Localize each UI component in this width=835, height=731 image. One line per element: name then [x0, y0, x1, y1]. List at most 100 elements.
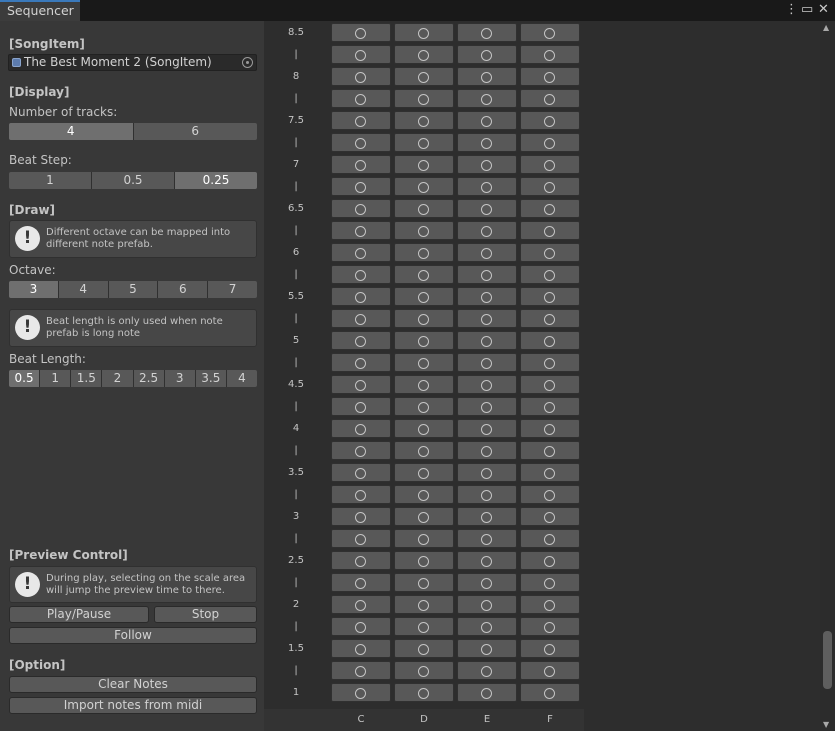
scale-tick-label[interactable]: 8.5 — [264, 27, 328, 38]
note-cell-d[interactable] — [394, 397, 454, 416]
note-cell-d[interactable] — [394, 661, 454, 680]
beat-length-option-0-5[interactable]: 0.5 — [9, 370, 41, 387]
note-cell-e[interactable] — [457, 639, 517, 658]
note-cell-e[interactable] — [457, 507, 517, 526]
note-cell-c[interactable] — [331, 661, 391, 680]
note-cell-d[interactable] — [394, 287, 454, 306]
scale-tick-label[interactable]: 2.5 — [264, 555, 328, 566]
scale-tick-label[interactable]: 5 — [264, 335, 328, 346]
note-cell-d[interactable] — [394, 573, 454, 592]
note-cell-c[interactable] — [331, 309, 391, 328]
note-cell-c[interactable] — [331, 617, 391, 636]
note-cell-e[interactable] — [457, 397, 517, 416]
note-cell-f[interactable] — [520, 507, 580, 526]
note-cell-c[interactable] — [331, 485, 391, 504]
note-cell-d[interactable] — [394, 485, 454, 504]
note-cell-c[interactable] — [331, 177, 391, 196]
note-cell-c[interactable] — [331, 551, 391, 570]
scale-tick-label[interactable]: 8 — [264, 71, 328, 82]
note-cell-e[interactable] — [457, 155, 517, 174]
tracks-option-6[interactable]: 6 — [133, 123, 257, 140]
note-cell-d[interactable] — [394, 683, 454, 702]
tab-sequencer[interactable]: Sequencer — [0, 0, 80, 21]
note-cell-f[interactable] — [520, 89, 580, 108]
scale-tick-minor[interactable]: | — [264, 533, 328, 544]
note-cell-d[interactable] — [394, 375, 454, 394]
note-cell-c[interactable] — [331, 683, 391, 702]
scale-tick-minor[interactable]: | — [264, 49, 328, 60]
note-cell-c[interactable] — [331, 353, 391, 372]
scale-tick-minor[interactable]: | — [264, 665, 328, 676]
scale-tick-minor[interactable]: | — [264, 93, 328, 104]
note-cell-c[interactable] — [331, 331, 391, 350]
note-cell-d[interactable] — [394, 331, 454, 350]
note-cell-e[interactable] — [457, 331, 517, 350]
scale-tick-label[interactable]: 4 — [264, 423, 328, 434]
scale-tick-minor[interactable]: | — [264, 577, 328, 588]
scale-tick-minor[interactable]: | — [264, 269, 328, 280]
scale-tick-label[interactable]: 4.5 — [264, 379, 328, 390]
note-cell-c[interactable] — [331, 529, 391, 548]
tracks-option-4[interactable]: 4 — [9, 123, 134, 140]
note-cell-c[interactable] — [331, 573, 391, 592]
note-cell-e[interactable] — [457, 287, 517, 306]
note-cell-f[interactable] — [520, 463, 580, 482]
scrollbar-thumb[interactable] — [823, 631, 832, 689]
beat-length-option-4[interactable]: 4 — [226, 370, 257, 387]
beat-scale[interactable]: 8.5 | 8 | 7.5 | 7 | 6.5 | 6 | 5.5 | 5 | 4.5 | 4 | 3.5 | 3 | 2.5 |… — [264, 21, 328, 709]
octave-option-5[interactable]: 5 — [108, 281, 159, 298]
note-cell-f[interactable] — [520, 353, 580, 372]
note-cell-f[interactable] — [520, 441, 580, 460]
note-cell-d[interactable] — [394, 595, 454, 614]
note-cell-e[interactable] — [457, 221, 517, 240]
note-cell-e[interactable] — [457, 111, 517, 130]
note-cell-e[interactable] — [457, 353, 517, 372]
note-cell-d[interactable] — [394, 309, 454, 328]
note-cell-f[interactable] — [520, 309, 580, 328]
note-cell-f[interactable] — [520, 111, 580, 130]
beat-length-option-1-5[interactable]: 1.5 — [71, 370, 103, 387]
scale-tick-minor[interactable]: | — [264, 357, 328, 368]
note-cell-c[interactable] — [331, 243, 391, 262]
scroll-up-arrow-icon[interactable]: ▲ — [823, 23, 829, 32]
note-cell-c[interactable] — [331, 155, 391, 174]
note-cell-e[interactable] — [457, 199, 517, 218]
note-cell-f[interactable] — [520, 155, 580, 174]
note-cell-d[interactable] — [394, 529, 454, 548]
note-cell-c[interactable] — [331, 45, 391, 64]
note-cell-d[interactable] — [394, 67, 454, 86]
note-cell-f[interactable] — [520, 133, 580, 152]
note-cell-e[interactable] — [457, 463, 517, 482]
scale-tick-minor[interactable]: | — [264, 313, 328, 324]
note-cell-e[interactable] — [457, 529, 517, 548]
scale-tick-label[interactable]: 6 — [264, 247, 328, 258]
note-cell-c[interactable] — [331, 287, 391, 306]
note-cell-e[interactable] — [457, 573, 517, 592]
note-cell-d[interactable] — [394, 353, 454, 372]
scale-tick-label[interactable]: 1.5 — [264, 643, 328, 654]
note-cell-c[interactable] — [331, 639, 391, 658]
note-cell-c[interactable] — [331, 507, 391, 526]
scale-tick-label[interactable]: 7.5 — [264, 115, 328, 126]
beat-step-option-0-5[interactable]: 0.5 — [92, 172, 175, 189]
clear-notes-button[interactable]: Clear Notes — [9, 676, 257, 693]
note-cell-d[interactable] — [394, 221, 454, 240]
note-cell-e[interactable] — [457, 45, 517, 64]
note-cell-c[interactable] — [331, 265, 391, 284]
maximize-icon[interactable]: ▭ — [801, 2, 813, 18]
octave-option-3[interactable]: 3 — [9, 281, 59, 298]
scale-tick-label[interactable]: 7 — [264, 159, 328, 170]
note-cell-f[interactable] — [520, 287, 580, 306]
scale-tick-label[interactable]: 2 — [264, 599, 328, 610]
stop-button[interactable]: Stop — [154, 606, 257, 623]
note-cell-e[interactable] — [457, 595, 517, 614]
note-cell-e[interactable] — [457, 441, 517, 460]
note-cell-d[interactable] — [394, 155, 454, 174]
note-cell-d[interactable] — [394, 111, 454, 130]
note-cell-f[interactable] — [520, 529, 580, 548]
note-cell-e[interactable] — [457, 89, 517, 108]
note-cell-f[interactable] — [520, 23, 580, 42]
note-cell-e[interactable] — [457, 617, 517, 636]
note-cell-e[interactable] — [457, 485, 517, 504]
note-cell-f[interactable] — [520, 221, 580, 240]
